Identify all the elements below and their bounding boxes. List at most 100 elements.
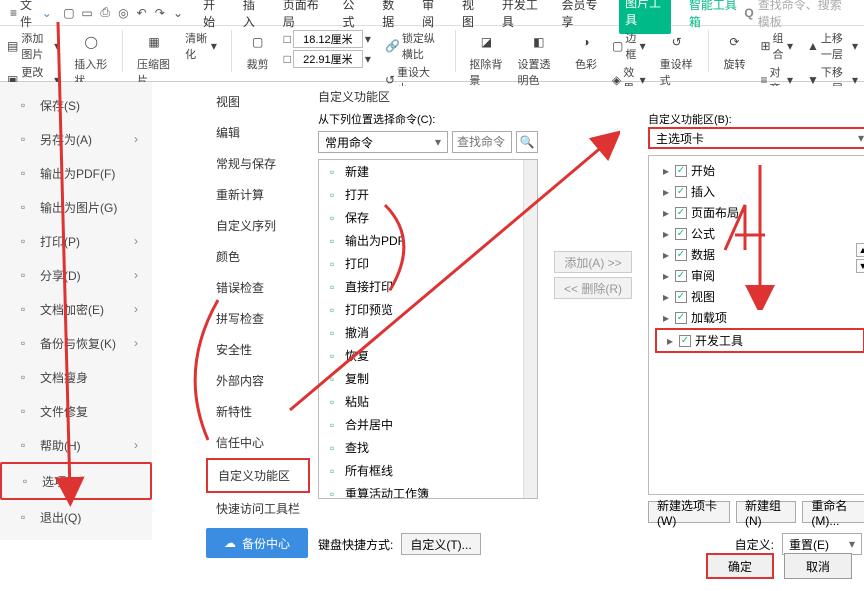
ribbon-tree[interactable]: ▸✓开始▸✓插入▸✓页面布局▸✓公式▸✓数据▸✓审阅▸✓视图▸✓加载项▸✓开发工… — [648, 155, 864, 495]
reset-style-icon[interactable]: ↺ — [665, 30, 689, 54]
expand-icon[interactable]: ▸ — [661, 166, 671, 176]
commands-list[interactable]: ▫新建▫打开▫保存▫输出为PDF▫打印▫直接打印▫打印预览▫撤消▸▫恢复▫复制▫… — [318, 159, 538, 499]
trans-icon[interactable]: ◧ — [527, 30, 551, 54]
qat-preview-icon[interactable]: ◎ — [116, 5, 130, 21]
remove-command-button[interactable]: << 删除(R) — [554, 277, 632, 299]
tree-node-6[interactable]: ▸✓视图 — [653, 286, 864, 307]
checkbox[interactable]: ✓ — [675, 228, 687, 240]
file-menu-item-0[interactable]: ▫保存(S) — [0, 88, 152, 122]
spin-icon[interactable]: ▾ — [365, 32, 371, 46]
color-icon[interactable]: ◑ — [574, 30, 598, 54]
expand-icon[interactable]: ▸ — [661, 229, 671, 239]
file-menu-item-4[interactable]: ▫打印(P)› — [0, 224, 152, 258]
qat-redo-icon[interactable]: ↷ — [153, 5, 167, 21]
file-menu-button[interactable]: ≡ 文件 ⌄ — [4, 0, 58, 32]
new-group-button[interactable]: 新建组(N) — [736, 501, 796, 523]
file-menu-item-11[interactable]: ▫选项(L) — [0, 462, 152, 500]
qat-print-icon[interactable]: ⎙ — [98, 5, 112, 21]
border-label[interactable]: 边框 — [625, 30, 637, 62]
spin-icon[interactable]: ▾ — [365, 52, 371, 66]
sharpen-label[interactable]: 清晰化 — [185, 30, 209, 62]
checkbox[interactable]: ✓ — [675, 165, 687, 177]
rotate-icon[interactable]: ⟳ — [722, 30, 746, 54]
cancel-button[interactable]: 取消 — [784, 553, 852, 579]
checkbox[interactable]: ✓ — [675, 186, 687, 198]
expand-icon[interactable]: ▸ — [661, 313, 671, 323]
command-item-0[interactable]: ▫新建 — [319, 160, 537, 183]
options-category-8[interactable]: 安全性 — [206, 334, 310, 365]
options-category-2[interactable]: 常规与保存 — [206, 148, 310, 179]
expand-icon[interactable]: ▸ — [661, 187, 671, 197]
checkbox[interactable]: ✓ — [675, 249, 687, 261]
checkbox[interactable]: ✓ — [679, 335, 691, 347]
tree-node-0[interactable]: ▸✓开始 — [653, 160, 864, 181]
options-category-9[interactable]: 外部内容 — [206, 365, 310, 396]
options-category-1[interactable]: 编辑 — [206, 117, 310, 148]
scrollbar[interactable] — [523, 160, 537, 498]
qat-open-icon[interactable]: ▭ — [80, 5, 94, 21]
options-category-12[interactable]: 自定义功能区 — [206, 458, 310, 493]
lock-ratio-label[interactable]: 锁定纵横比 — [402, 30, 441, 62]
file-menu-item-7[interactable]: ▫备份与恢复(K)› — [0, 326, 152, 360]
options-category-6[interactable]: 错误检查 — [206, 272, 310, 303]
crop-icon[interactable]: ▢ — [246, 30, 270, 54]
reset-select[interactable]: 重置(E)▾ — [782, 533, 862, 555]
expand-icon[interactable]: ▸ — [665, 336, 675, 346]
checkbox[interactable]: ✓ — [675, 291, 687, 303]
checkbox[interactable]: ✓ — [675, 312, 687, 324]
command-item-11[interactable]: ▫合并居中▸ — [319, 413, 537, 436]
file-menu-item-12[interactable]: ▫退出(Q) — [0, 500, 152, 534]
options-category-7[interactable]: 拼写检查 — [206, 303, 310, 334]
tab-member[interactable]: 会员专享 — [559, 0, 603, 34]
file-menu-item-6[interactable]: ▫文档加密(E)› — [0, 292, 152, 326]
insert-shape-icon[interactable]: ◯ — [79, 30, 103, 54]
expand-icon[interactable]: ▸ — [661, 271, 671, 281]
main-tabs-select[interactable]: 主选项卡▾ — [648, 127, 864, 149]
move-down-button[interactable]: ▼ — [856, 259, 864, 273]
file-menu-item-10[interactable]: ▫帮助(H)› — [0, 428, 152, 462]
file-menu-item-8[interactable]: ▫文档瘦身 — [0, 360, 152, 394]
file-menu-item-9[interactable]: ▫文件修复 — [0, 394, 152, 428]
backup-center-button[interactable]: ☁ 备份中心 — [206, 528, 308, 558]
tab-insert[interactable]: 插入 — [241, 0, 265, 34]
checkbox[interactable]: ✓ — [675, 207, 687, 219]
options-category-10[interactable]: 新特性 — [206, 396, 310, 427]
command-item-12[interactable]: ▫查找 — [319, 436, 537, 459]
compress-icon[interactable]: ▦ — [142, 30, 166, 54]
moveup-label[interactable]: 上移一层 — [821, 30, 850, 62]
tab-layout[interactable]: 页面布局 — [281, 0, 325, 34]
options-category-5[interactable]: 颜色 — [206, 241, 310, 272]
tree-node-8[interactable]: ▸✓开发工具 — [655, 328, 864, 353]
tab-formula[interactable]: 公式 — [340, 0, 364, 34]
command-item-13[interactable]: ▫所有框线▸ — [319, 459, 537, 482]
command-item-9[interactable]: ▫复制 — [319, 367, 537, 390]
add-command-button[interactable]: 添加(A) >> — [554, 251, 632, 273]
file-menu-item-5[interactable]: ▫分享(D)› — [0, 258, 152, 292]
search-commands-input[interactable] — [452, 131, 512, 153]
tree-node-4[interactable]: ▸✓数据 — [653, 244, 864, 265]
tree-node-2[interactable]: ▸✓页面布局 — [653, 202, 864, 223]
rename-button[interactable]: 重命名(M)... — [802, 501, 864, 523]
file-menu-item-3[interactable]: ▫输出为图片(G) — [0, 190, 152, 224]
height-input[interactable] — [293, 30, 363, 48]
tree-node-7[interactable]: ▸✓加载项 — [653, 307, 864, 328]
width-input[interactable] — [293, 50, 363, 68]
options-category-0[interactable]: 视图 — [206, 86, 310, 117]
command-item-7[interactable]: ▫撤消▸ — [319, 321, 537, 344]
qat-dropdown-icon[interactable]: ⌄ — [171, 5, 185, 21]
source-select[interactable]: 常用命令▾ — [318, 131, 448, 153]
group-label[interactable]: 组合 — [773, 30, 785, 62]
search-button[interactable]: 🔍 — [516, 131, 538, 153]
expand-icon[interactable]: ▸ — [661, 208, 671, 218]
command-item-5[interactable]: ▫直接打印 — [319, 275, 537, 298]
tab-smart-tool[interactable]: 智能工具箱 — [687, 0, 741, 34]
tab-view[interactable]: 视图 — [460, 0, 484, 34]
move-up-button[interactable]: ▲ — [856, 243, 864, 257]
tab-review[interactable]: 审阅 — [420, 0, 444, 34]
file-menu-item-1[interactable]: ▫另存为(A)› — [0, 122, 152, 156]
add-pic-label[interactable]: 添加图片 — [21, 30, 52, 62]
expand-icon[interactable]: ▸ — [661, 292, 671, 302]
command-item-1[interactable]: ▫打开 — [319, 183, 537, 206]
new-tab-button[interactable]: 新建选项卡(W) — [648, 501, 730, 523]
command-item-14[interactable]: ▫重算活动工作簿 — [319, 482, 537, 499]
